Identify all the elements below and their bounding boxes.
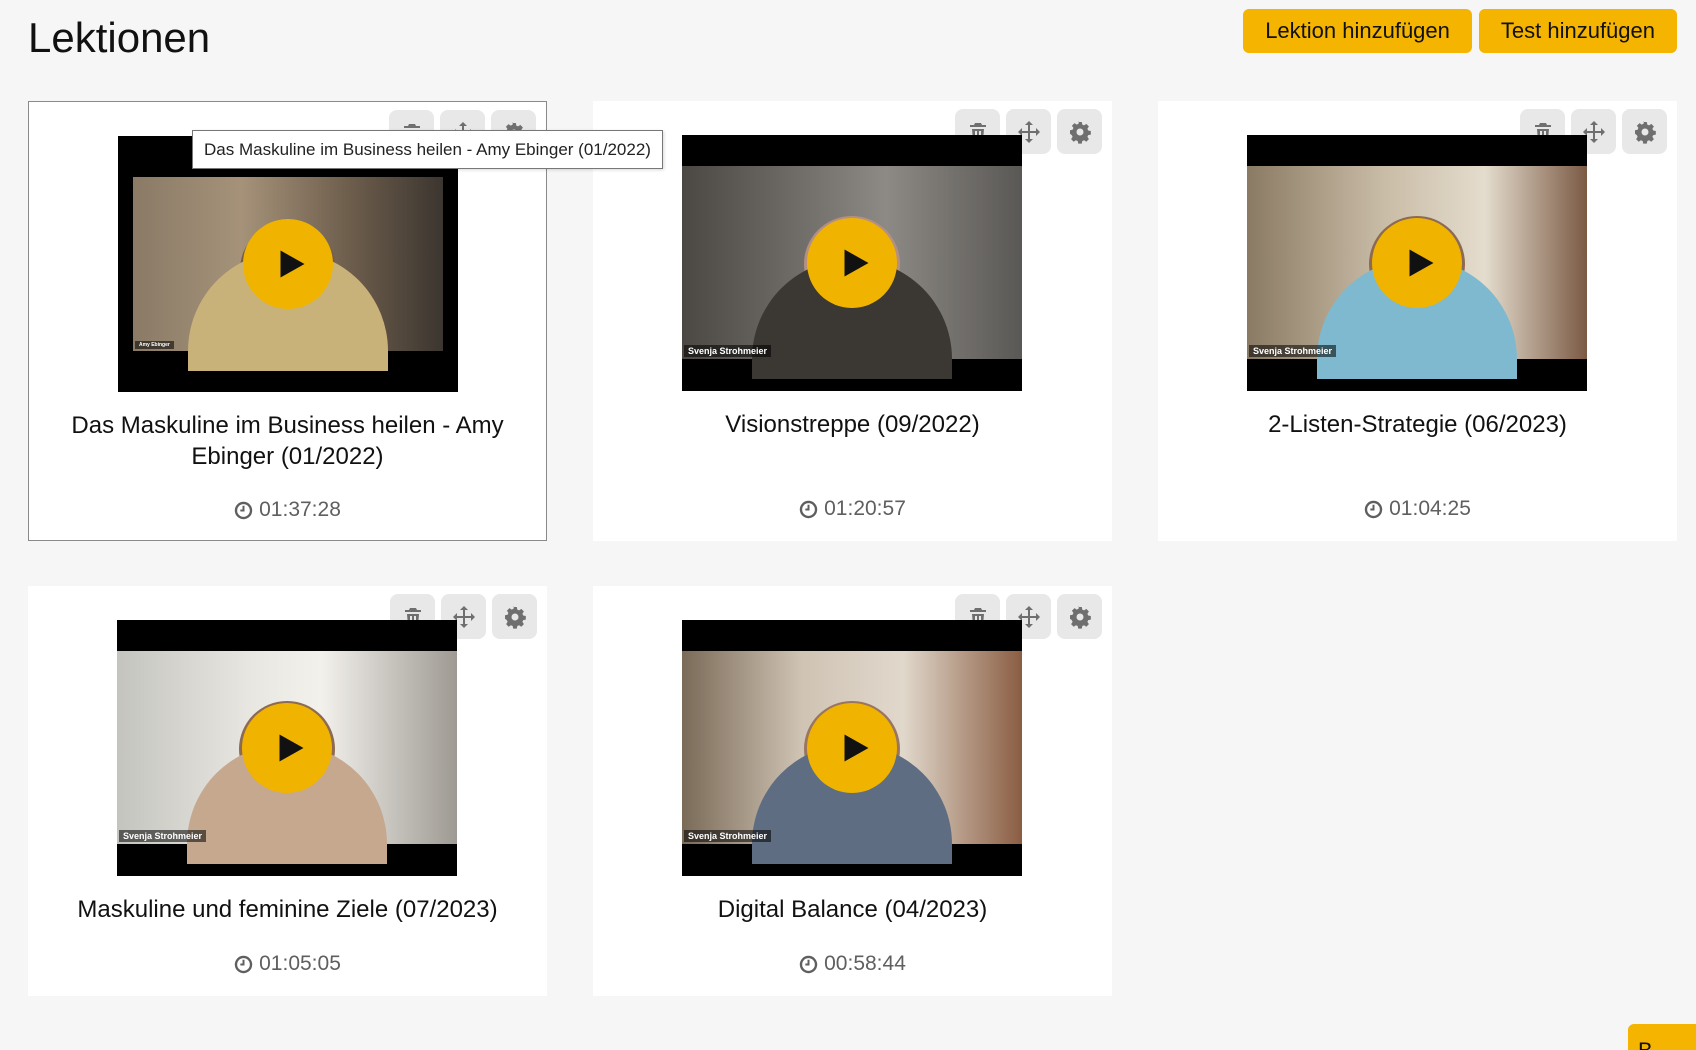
lesson-title[interactable]: 2-Listen-Strategie (06/2023) [1178, 409, 1657, 440]
play-icon [844, 734, 869, 762]
duration-text: 01:20:57 [824, 497, 906, 520]
play-button[interactable] [1372, 218, 1462, 308]
settings-button[interactable] [1622, 109, 1667, 154]
lesson-duration: 01:37:28 [29, 498, 546, 522]
video-thumbnail[interactable]: Svenja Strohmeier [682, 135, 1022, 391]
add-test-button[interactable]: Test hinzufügen [1478, 9, 1677, 53]
duration-text: 01:05:05 [259, 952, 341, 975]
lesson-duration: 01:05:05 [28, 952, 547, 976]
name-tag: Svenja Strohmeier [119, 830, 207, 842]
title-tooltip: Das Maskuline im Business heilen - Amy E… [192, 130, 663, 169]
lesson-title[interactable]: Visionstreppe (09/2022) [613, 409, 1092, 440]
video-thumbnail[interactable]: Svenja Strohmeier [1247, 135, 1587, 391]
lesson-title[interactable]: Das Maskuline im Business heilen - Amy E… [49, 410, 526, 472]
name-tag: Amy Ebinger [135, 341, 174, 349]
duration-text: 00:58:44 [824, 952, 906, 975]
play-icon [1409, 249, 1434, 277]
play-icon [279, 734, 304, 762]
lesson-card[interactable]: Svenja Strohmeier Digital Balance (04/20… [593, 586, 1112, 996]
lesson-title[interactable]: Digital Balance (04/2023) [613, 894, 1092, 925]
top-actions: Lektion hinzufügen Test hinzufügen [1243, 9, 1677, 53]
lesson-card[interactable]: Svenja Strohmeier Visionstreppe (09/2022… [593, 101, 1112, 541]
video-thumbnail[interactable]: Svenja Strohmeier [682, 620, 1022, 876]
lesson-duration: 01:04:25 [1158, 497, 1677, 521]
gear-icon [504, 605, 526, 629]
corner-button[interactable]: B [1628, 1024, 1696, 1050]
clock-icon [234, 501, 253, 519]
page-title: Lektionen [28, 14, 211, 61]
video-thumbnail[interactable]: Amy Ebinger [118, 136, 458, 392]
name-tag: Svenja Strohmeier [1249, 345, 1337, 357]
name-tag: Svenja Strohmeier [684, 345, 772, 357]
lesson-card[interactable]: Svenja Strohmeier Maskuline und feminine… [28, 586, 547, 996]
lesson-duration: 01:20:57 [593, 497, 1112, 521]
duration-text: 01:04:25 [1389, 497, 1471, 520]
play-button[interactable] [242, 703, 332, 793]
play-button[interactable] [243, 219, 333, 309]
clock-icon [1364, 500, 1383, 518]
lesson-title[interactable]: Maskuline und feminine Ziele (07/2023) [48, 894, 527, 925]
gear-icon [1069, 120, 1091, 144]
video-thumbnail[interactable]: Svenja Strohmeier [117, 620, 457, 876]
gear-icon [1634, 120, 1656, 144]
lesson-duration: 00:58:44 [593, 952, 1112, 976]
play-icon [280, 250, 305, 278]
play-button[interactable] [807, 703, 897, 793]
clock-icon [799, 955, 818, 973]
settings-button[interactable] [1057, 594, 1102, 639]
play-icon [844, 249, 869, 277]
gear-icon [1069, 605, 1091, 629]
add-lesson-button[interactable]: Lektion hinzufügen [1243, 9, 1472, 53]
clock-icon [234, 955, 253, 973]
duration-text: 01:37:28 [259, 498, 341, 521]
clock-icon [799, 500, 818, 518]
play-button[interactable] [807, 218, 897, 308]
settings-button[interactable] [1057, 109, 1102, 154]
name-tag: Svenja Strohmeier [684, 830, 772, 842]
lesson-card[interactable]: Svenja Strohmeier 2-Listen-Strategie (06… [1158, 101, 1677, 541]
settings-button[interactable] [492, 594, 537, 639]
